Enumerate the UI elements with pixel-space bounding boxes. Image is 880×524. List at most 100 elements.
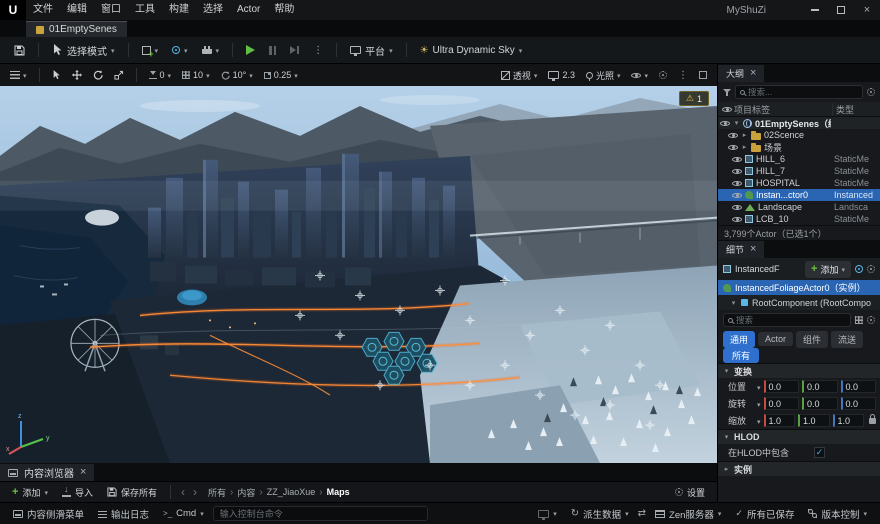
expander-icon[interactable] — [741, 131, 748, 139]
viewport-kebab-button[interactable] — [674, 69, 692, 82]
sync-icon[interactable] — [638, 508, 646, 519]
maximize-viewport-button[interactable] — [695, 70, 711, 80]
pause-button[interactable] — [263, 44, 282, 57]
lock-icon[interactable] — [869, 418, 876, 424]
viewport-options-button[interactable] — [6, 69, 31, 81]
close-icon[interactable] — [80, 467, 86, 478]
unreal-logo-icon[interactable] — [0, 0, 26, 20]
eye-icon[interactable] — [728, 131, 738, 139]
location-x-field[interactable]: 0.0 — [764, 380, 800, 393]
zen-server-button[interactable]: Zen服务器 — [650, 505, 726, 523]
details-settings-icon[interactable] — [867, 265, 875, 273]
section-instances[interactable]: 实例 — [718, 461, 880, 476]
crumb-all[interactable]: 所有 — [208, 486, 226, 499]
back-button[interactable]: ‹ — [178, 486, 188, 498]
move-tool-button[interactable] — [68, 69, 86, 81]
grid-snap-toggle[interactable]: 10 — [178, 69, 214, 81]
viewport-scene[interactable]: 1 z y x — [0, 86, 717, 463]
outliner-row[interactable]: LCB_10 StaticMe — [718, 213, 880, 225]
outliner-row[interactable]: HOSPITAL StaticMe — [718, 177, 880, 189]
revision-control-button[interactable]: 版本控制 — [803, 505, 872, 523]
expander-icon[interactable] — [730, 299, 737, 307]
perspective-dropdown[interactable]: 透视 — [497, 68, 542, 83]
menu-help[interactable]: 帮助 — [267, 0, 301, 20]
tab-outliner[interactable]: 大纲 — [718, 65, 764, 82]
outliner-row-folder[interactable]: 02Scence — [718, 129, 880, 141]
all-saved-indicator[interactable]: 所有已保存 — [730, 505, 799, 523]
cb-settings-button[interactable]: 设置 — [669, 484, 711, 501]
close-icon[interactable] — [750, 68, 756, 79]
blueprints-button[interactable] — [166, 43, 194, 58]
console-input[interactable] — [220, 509, 421, 519]
quick-add-button[interactable] — [136, 43, 165, 58]
cmd-dropdown[interactable]: Cmd — [158, 506, 209, 521]
cb-import-button[interactable]: 导入 — [56, 484, 99, 501]
details-search[interactable] — [723, 313, 851, 327]
outliner-row[interactable]: HILL_7 StaticMe — [718, 165, 880, 177]
section-hlod[interactable]: HLOD — [718, 429, 880, 444]
chevron-down-icon[interactable] — [757, 416, 761, 426]
outliner-search[interactable] — [735, 85, 863, 99]
category-filter-icon[interactable] — [855, 316, 863, 324]
scale-label[interactable]: 缩放 — [728, 414, 754, 427]
outliner-row-selected[interactable]: Instan...ctor0 Instanced — [718, 189, 880, 201]
platforms-dropdown[interactable]: 平台 — [344, 41, 399, 60]
eye-icon[interactable] — [732, 203, 742, 211]
expander-icon[interactable] — [733, 119, 740, 127]
menu-edit[interactable]: 编辑 — [60, 0, 94, 20]
location-y-field[interactable]: 0.0 — [802, 380, 838, 393]
eye-icon[interactable] — [732, 167, 742, 175]
scale-y-field[interactable]: 1.0 — [798, 414, 830, 427]
rotation-label[interactable]: 旋转 — [728, 397, 754, 410]
column-item-label[interactable]: 项目标签 — [734, 103, 832, 116]
scale-x-field[interactable]: 1.0 — [764, 414, 796, 427]
viewport-settings-button[interactable] — [655, 70, 671, 80]
minimize-button[interactable] — [802, 0, 828, 20]
eye-icon[interactable] — [732, 155, 742, 163]
visibility-column-icon[interactable] — [722, 105, 732, 113]
level-tab[interactable]: 01EmptySenes — [26, 21, 127, 37]
close-icon[interactable] — [750, 244, 756, 255]
scale-snap-toggle[interactable]: 0.25 — [260, 69, 302, 81]
outliner-row[interactable]: HILL_6 StaticMe — [718, 153, 880, 165]
cb-add-button[interactable]: 添加 — [6, 484, 54, 501]
menu-actor[interactable]: Actor — [230, 0, 267, 20]
chip-components[interactable]: 组件 — [796, 331, 828, 348]
rotation-snap-toggle[interactable]: 10° — [217, 69, 257, 81]
crumb-current[interactable]: Maps — [327, 487, 350, 497]
menu-file[interactable]: 文件 — [26, 0, 60, 20]
outliner-row[interactable]: Landscape Landsca — [718, 201, 880, 213]
cinematics-button[interactable] — [196, 43, 226, 58]
menu-tools[interactable]: 工具 — [128, 0, 162, 20]
filter-icon[interactable] — [723, 88, 731, 97]
column-type[interactable]: 类型 — [832, 103, 876, 116]
details-view-options-icon[interactable] — [867, 316, 875, 324]
eye-icon[interactable] — [732, 179, 742, 187]
show-flags-dropdown[interactable] — [627, 69, 652, 81]
save-button[interactable] — [8, 43, 31, 58]
chip-actor[interactable]: Actor — [758, 332, 793, 346]
forward-button[interactable]: › — [190, 486, 200, 498]
selected-actor-row[interactable]: InstancedFoliageActor0（实例） — [718, 280, 880, 295]
status-monitor-button[interactable] — [533, 506, 562, 521]
chip-streaming[interactable]: 流送 — [831, 331, 863, 348]
rotation-x-field[interactable]: 0.0 — [764, 397, 800, 410]
crumb-folder[interactable]: ZZ_JiaoXue — [267, 487, 316, 497]
view-mode-dropdown[interactable]: 光照 — [582, 68, 625, 83]
tab-content-browser[interactable]: 内容浏览器 — [0, 464, 94, 481]
skip-button[interactable] — [284, 44, 305, 56]
tab-details[interactable]: 细节 — [718, 241, 764, 258]
surface-snap-toggle[interactable]: 0 — [145, 69, 176, 81]
maximize-button[interactable] — [828, 0, 854, 20]
menu-select[interactable]: 选择 — [196, 0, 230, 20]
rotation-y-field[interactable]: 0.0 — [802, 397, 838, 410]
scale-tool-button[interactable] — [110, 69, 128, 81]
location-z-field[interactable]: 0.0 — [841, 380, 877, 393]
eye-icon[interactable] — [732, 191, 742, 199]
select-tool-button[interactable] — [48, 69, 65, 81]
select-mode-dropdown[interactable]: 选择模式 — [46, 41, 121, 60]
location-label[interactable]: 位置 — [728, 380, 754, 393]
derived-data-button[interactable]: 派生数据 — [566, 505, 634, 523]
close-button[interactable] — [854, 0, 880, 20]
chip-general[interactable]: 通用 — [723, 331, 755, 348]
